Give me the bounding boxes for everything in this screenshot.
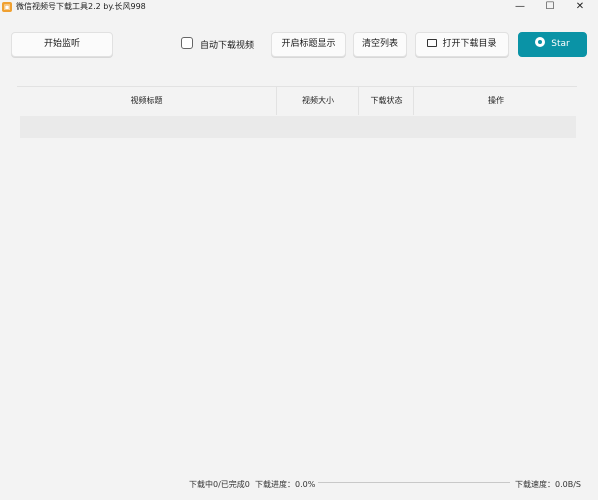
github-star-label: Star [551,39,570,49]
github-star-button[interactable]: Star [518,32,587,57]
title-bar: ▣ 微信视频号下载工具2.2 by.长风998 — ☐ ✕ [0,0,598,14]
folder-icon [427,39,438,47]
download-progress-bar [318,482,510,483]
column-header-action[interactable]: 操作 [413,87,578,115]
video-table: 视频标题 视频大小 下载状态 操作 [17,86,577,461]
auto-download-label: 自动下载视频 [200,41,255,51]
window-title: 微信视频号下载工具2.2 by.长风998 [16,2,146,11]
clear-list-button[interactable]: 清空列表 [353,32,407,57]
minimize-button[interactable]: — [505,0,535,14]
column-header-size[interactable]: 视频大小 [276,87,359,115]
show-titles-label: 开启标题显示 [281,39,336,49]
download-progress-text: 下载进度：0.0% [255,480,316,489]
app-icon: ▣ [2,2,12,12]
table-header: 视频标题 视频大小 下载状态 操作 [17,86,577,115]
start-listening-button[interactable]: 开始监听 [11,32,113,57]
open-download-dir-label: 打开下载目录 [442,39,497,49]
download-speed: 下载速度：0.0B/S [515,480,581,489]
clear-list-label: 清空列表 [361,39,398,49]
start-listening-label: 开始监听 [43,39,80,49]
column-header-status[interactable]: 下载状态 [358,87,414,115]
maximize-button[interactable]: ☐ [535,0,565,14]
download-counts: 下载中0/已完成0 [189,480,250,489]
close-button[interactable]: ✕ [565,0,595,14]
show-titles-button[interactable]: 开启标题显示 [271,32,346,57]
open-download-dir-button[interactable]: 打开下载目录 [415,32,509,57]
github-icon [535,37,546,47]
column-header-title[interactable]: 视频标题 [17,87,276,115]
auto-download-checkbox[interactable] [181,37,193,49]
table-empty-row [20,116,576,138]
